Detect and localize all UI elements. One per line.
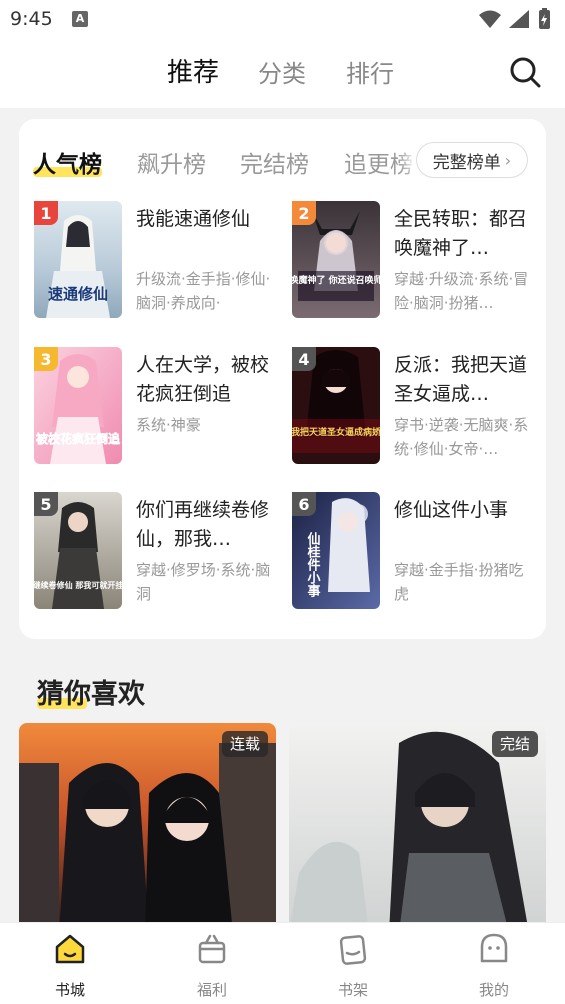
nav-mine[interactable]: 我的 bbox=[454, 931, 534, 1000]
nav-label: 书城 bbox=[54, 981, 85, 999]
book-title: 你们再继续卷修仙，那我… bbox=[136, 499, 270, 550]
search-icon[interactable] bbox=[509, 56, 541, 88]
rank-book-6[interactable]: 仙桂件小事 6 修仙这件小事 穿越·金手指·扮猪吃虎 bbox=[292, 492, 532, 612]
rank-book-2[interactable]: 都召唤魔神了 你还说召唤师弱？ 2 全民转职：都召唤魔神了… 穿越·升级流·系统… bbox=[292, 201, 532, 321]
rank-tab-finished[interactable]: 完结榜 bbox=[240, 145, 309, 179]
book-title: 人在大学，被校花疯狂倒追 bbox=[136, 354, 270, 405]
signal-icon bbox=[509, 10, 529, 28]
status-badge: 完结 bbox=[491, 731, 538, 757]
chevron-right-icon: › bbox=[504, 150, 512, 170]
book-tags: 穿书·逆袭·无脑爽·系统·修仙·女帝·… bbox=[394, 416, 529, 458]
svg-text:我把天道圣女逼成病娇: 我把天道圣女逼成病娇 bbox=[292, 426, 380, 438]
rank-number-badge: 2 bbox=[292, 201, 316, 225]
full-list-label: 完整榜单 bbox=[432, 152, 501, 173]
bottom-nav: 书城 福利 书架 我的 bbox=[0, 922, 565, 1004]
home-icon bbox=[55, 934, 85, 964]
profile-icon bbox=[480, 933, 508, 963]
book-title: 我能速通修仙 bbox=[136, 208, 251, 230]
nav-bookshelf[interactable]: 书架 bbox=[313, 931, 393, 1000]
svg-text:再继续卷修仙 那我可就开挂了: 再继续卷修仙 那我可就开挂了 bbox=[34, 580, 122, 590]
guess-card-1[interactable]: 连载 bbox=[19, 723, 276, 933]
tab-ranking[interactable]: 排行 bbox=[346, 54, 394, 89]
tab-recommend[interactable]: 推荐 bbox=[167, 52, 219, 89]
full-list-button[interactable]: 完整榜单 › bbox=[416, 142, 528, 178]
nav-label: 书架 bbox=[337, 981, 368, 999]
status-icons bbox=[479, 8, 550, 29]
status-bar: 9:45 A bbox=[0, 0, 565, 38]
rank-book-5[interactable]: 再继续卷修仙 那我可就开挂了 5 你们再继续卷修仙，那我… 穿越·修罗场·系统·… bbox=[34, 492, 274, 612]
wifi-icon bbox=[479, 10, 501, 28]
bookshelf-icon bbox=[339, 935, 367, 965]
status-time: 9:45 bbox=[10, 8, 53, 30]
book-title: 修仙这件小事 bbox=[394, 499, 509, 521]
rank-card: 人气榜 飙升榜 完结榜 追更榜 完整榜单 › 速通修仙 1 我能速通修仙 升级流… bbox=[19, 119, 546, 639]
svg-text:都召唤魔神了 你还说召唤师弱？: 都召唤魔神了 你还说召唤师弱？ bbox=[292, 274, 380, 286]
rank-number-badge: 3 bbox=[34, 347, 58, 371]
book-tags: 穿越·金手指·扮猪吃虎 bbox=[394, 561, 524, 603]
rank-number-badge: 6 bbox=[292, 492, 316, 516]
nav-label: 我的 bbox=[478, 981, 509, 999]
battery-icon bbox=[539, 8, 550, 29]
rank-book-4[interactable]: 我把天道圣女逼成病娇 4 反派：我把天道圣女逼成… 穿书·逆袭·无脑爽·系统·修… bbox=[292, 347, 532, 467]
rank-tab-following[interactable]: 追更榜 bbox=[344, 145, 413, 179]
book-tags: 升级流·金手指·修仙·脑洞·养成向· bbox=[136, 270, 271, 312]
nav-label: 福利 bbox=[196, 981, 227, 999]
svg-text:速通修仙: 速通修仙 bbox=[48, 285, 108, 303]
book-tags: 穿越·修罗场·系统·脑洞 bbox=[136, 561, 271, 603]
section-title-guess: 猜你喜欢 bbox=[37, 679, 145, 710]
book-title: 全民转职：都召唤魔神了… bbox=[394, 208, 528, 259]
book-tags: 穿越·升级流·系统·冒险·脑洞·扮猪… bbox=[394, 270, 529, 312]
svg-text:仙桂件小事: 仙桂件小事 bbox=[305, 531, 322, 598]
guess-card-2[interactable]: 完结 bbox=[289, 723, 546, 933]
svg-text:被校花疯狂倒追: 被校花疯狂倒追 bbox=[36, 431, 121, 446]
rank-book-3[interactable]: 被校花疯狂倒追 3 人在大学，被校花疯狂倒追 系统·神豪 bbox=[34, 347, 274, 467]
rank-number-badge: 1 bbox=[34, 201, 58, 225]
nav-welfare[interactable]: 福利 bbox=[172, 931, 252, 1000]
book-title: 反派：我把天道圣女逼成… bbox=[394, 354, 528, 405]
book-tags: 系统·神豪 bbox=[136, 416, 201, 434]
notification-icon: A bbox=[72, 11, 88, 27]
rank-book-1[interactable]: 速通修仙 1 我能速通修仙 升级流·金手指·修仙·脑洞·养成向· bbox=[34, 201, 274, 321]
rank-number-badge: 5 bbox=[34, 492, 58, 516]
rank-tab-popular[interactable]: 人气榜 bbox=[33, 145, 102, 179]
top-nav: 推荐 分类 排行 bbox=[0, 38, 565, 108]
rank-tab-rising[interactable]: 飙升榜 bbox=[137, 145, 206, 179]
gift-icon bbox=[198, 934, 226, 964]
status-badge: 连载 bbox=[221, 731, 268, 757]
tab-category[interactable]: 分类 bbox=[258, 54, 306, 89]
nav-bookstore[interactable]: 书城 bbox=[30, 931, 110, 1000]
rank-number-badge: 4 bbox=[292, 347, 316, 371]
